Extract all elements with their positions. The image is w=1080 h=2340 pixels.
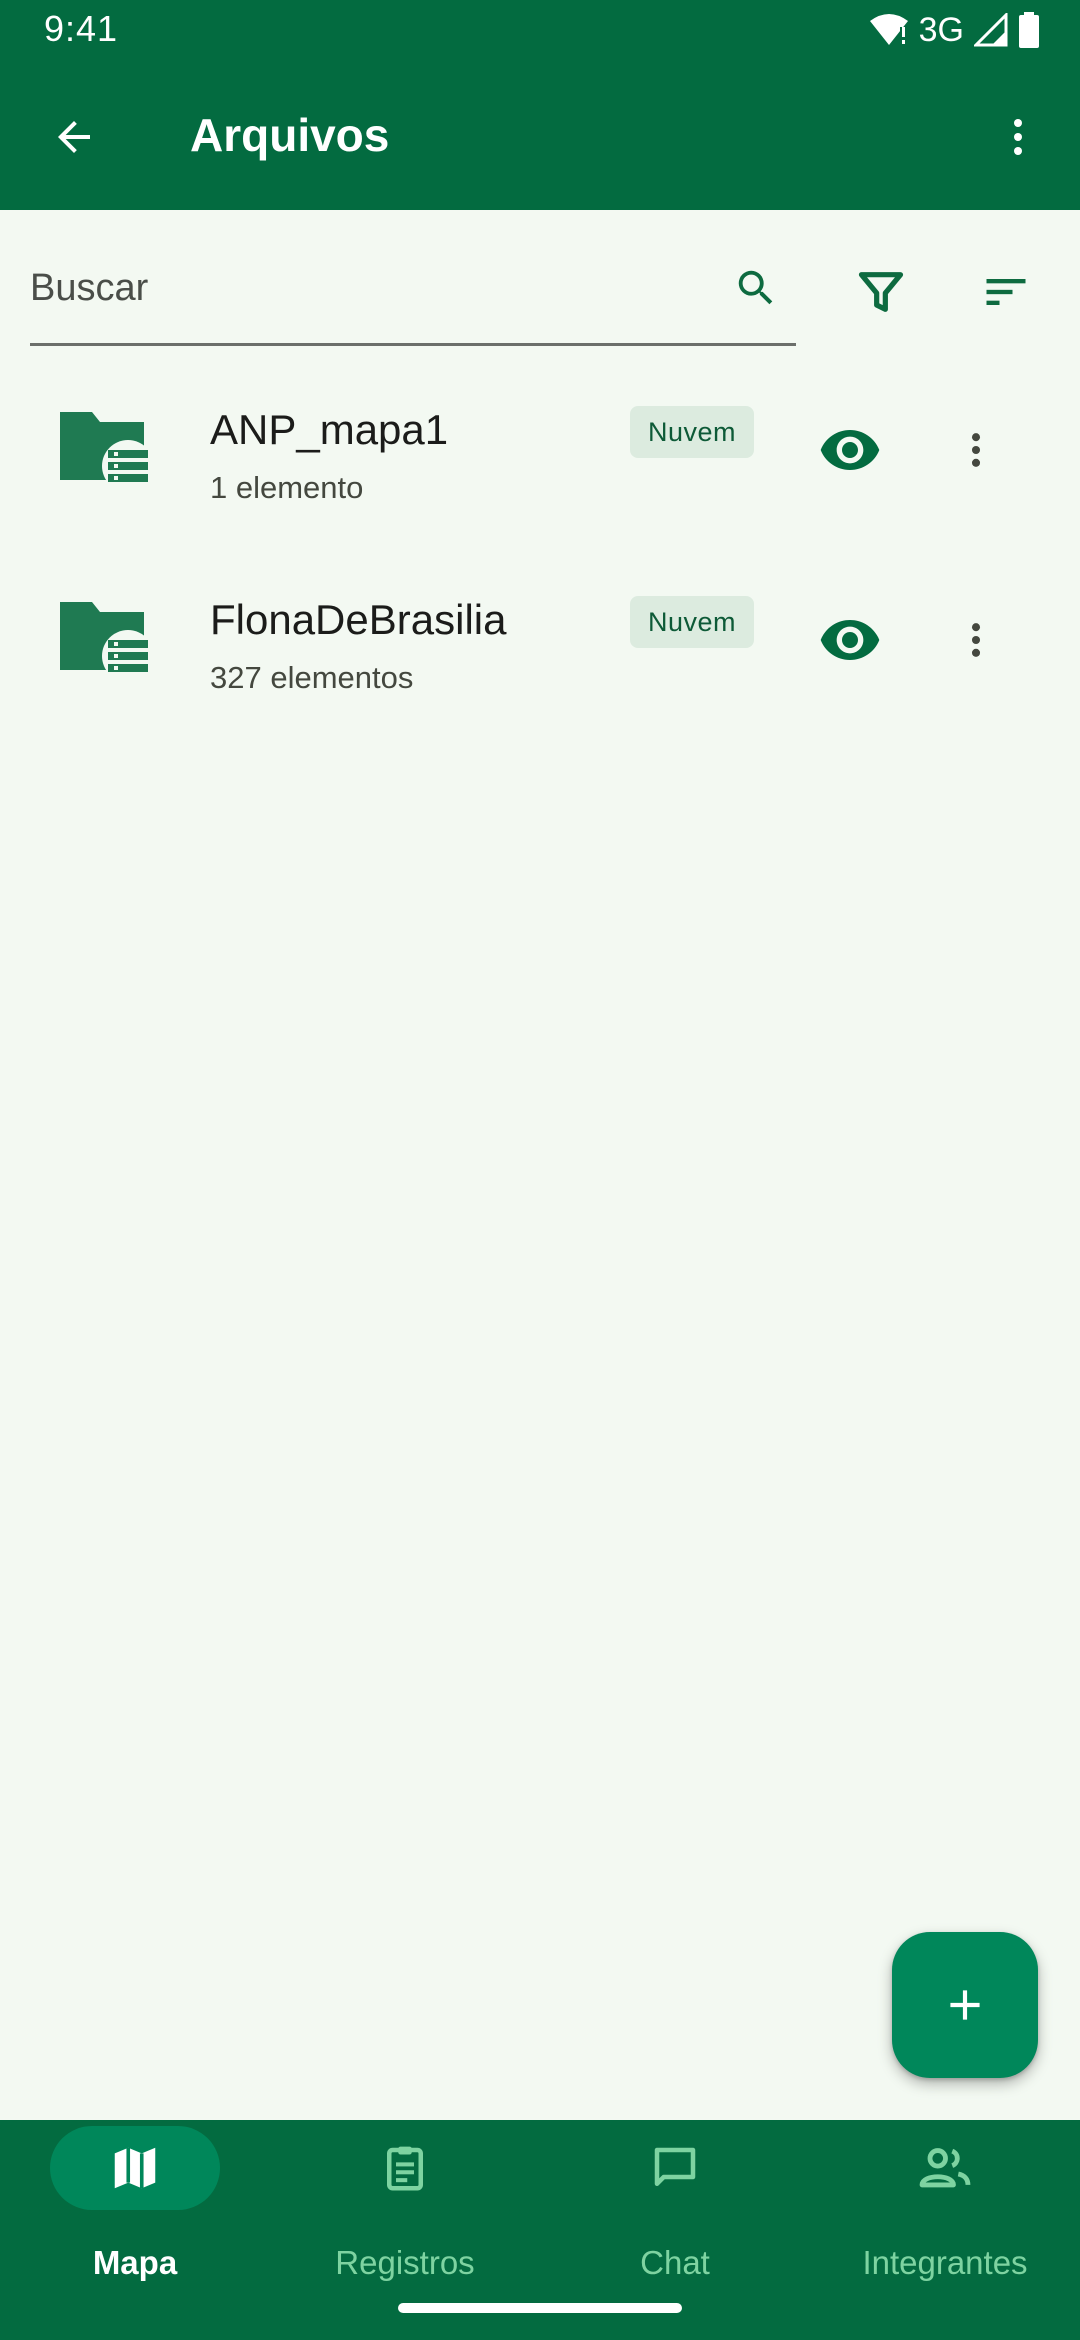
people-icon bbox=[919, 2148, 971, 2188]
search-input[interactable] bbox=[30, 258, 690, 318]
cloud-folder-icon bbox=[56, 590, 154, 686]
nav-label: Mapa bbox=[92, 2244, 178, 2281]
nav-item-integrantes[interactable]: Integrantes bbox=[810, 2120, 1080, 2320]
item-menu-button[interactable] bbox=[944, 600, 1008, 680]
list-item[interactable]: ANP_mapa1 1 elemento Nuvem bbox=[0, 360, 1080, 550]
toggle-visibility-button[interactable] bbox=[810, 410, 890, 490]
arrow-back-icon bbox=[58, 121, 90, 153]
filter-button[interactable] bbox=[845, 256, 917, 328]
status-icons: 3G bbox=[869, 10, 1040, 50]
gesture-navigation-bar[interactable] bbox=[398, 2303, 682, 2313]
network-type: 3G bbox=[918, 10, 964, 49]
back-button[interactable] bbox=[42, 105, 106, 169]
clipboard-icon bbox=[387, 2146, 423, 2191]
more-vert-icon bbox=[971, 623, 981, 657]
sort-icon bbox=[986, 279, 1026, 305]
eye-icon bbox=[820, 430, 880, 470]
file-name: FlonaDeBrasilia bbox=[210, 596, 507, 643]
map-icon bbox=[114, 2147, 156, 2189]
page-title: Arquivos bbox=[190, 109, 390, 161]
search-field bbox=[30, 240, 796, 346]
nav-label: Registros bbox=[335, 2244, 475, 2281]
cloud-badge: Nuvem bbox=[630, 596, 754, 648]
nav-label: Chat bbox=[640, 2244, 710, 2281]
search-icon[interactable] bbox=[728, 260, 784, 316]
nav-item-mapa[interactable]: Mapa bbox=[0, 2120, 270, 2320]
status-bar: 9:41 3G bbox=[0, 0, 1080, 60]
item-menu-button[interactable] bbox=[944, 410, 1008, 490]
chat-icon bbox=[654, 2147, 696, 2186]
nav-item-chat[interactable]: Chat bbox=[540, 2120, 810, 2320]
signal-icon bbox=[974, 13, 1008, 47]
more-vert-icon bbox=[971, 433, 981, 467]
nav-label: Integrantes bbox=[862, 2244, 1028, 2281]
sort-button[interactable] bbox=[970, 256, 1042, 328]
filter-icon bbox=[858, 272, 904, 312]
battery-icon bbox=[1018, 12, 1040, 48]
plus-icon bbox=[950, 1990, 980, 2020]
app-bar: Arquivos bbox=[0, 60, 1080, 210]
list-item[interactable]: FlonaDeBrasilia 327 elementos Nuvem bbox=[0, 550, 1080, 740]
add-file-button[interactable] bbox=[892, 1932, 1038, 2078]
cloud-folder-icon bbox=[56, 400, 154, 496]
toggle-visibility-button[interactable] bbox=[810, 600, 890, 680]
eye-icon bbox=[820, 620, 880, 660]
nav-item-registros[interactable]: Registros bbox=[270, 2120, 540, 2320]
file-name: ANP_mapa1 bbox=[210, 406, 449, 453]
wifi-icon bbox=[869, 13, 909, 47]
nav-active-indicator bbox=[50, 2126, 220, 2210]
file-count: 1 elemento bbox=[210, 470, 364, 505]
file-count: 327 elementos bbox=[210, 660, 414, 695]
status-time: 9:41 bbox=[44, 8, 119, 49]
cloud-badge: Nuvem bbox=[630, 406, 754, 458]
overflow-menu-button[interactable] bbox=[986, 105, 1050, 169]
more-vert-icon bbox=[1014, 119, 1022, 155]
